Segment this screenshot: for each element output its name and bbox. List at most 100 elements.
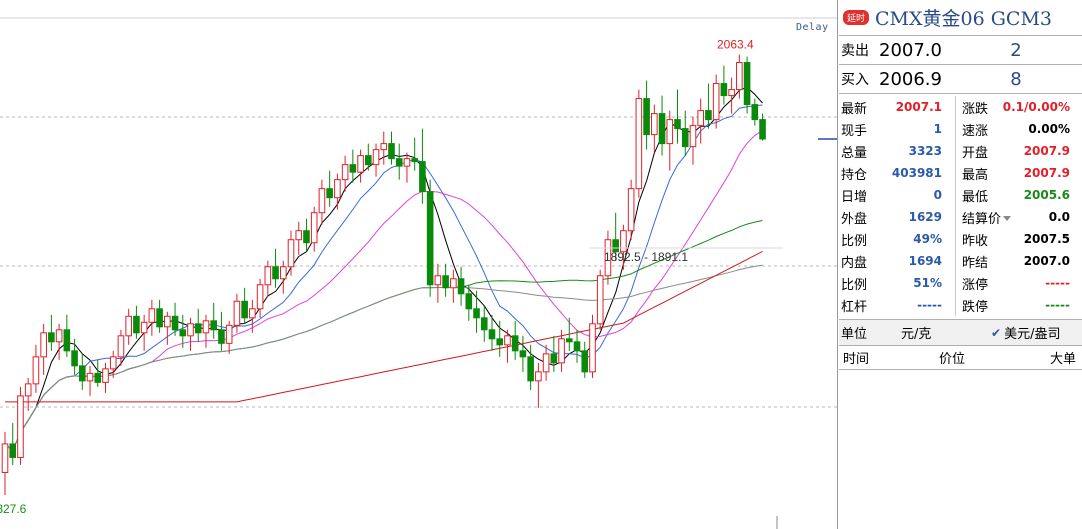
unit-option-yuan-per-gram[interactable]: 元/克 — [901, 323, 991, 342]
delay-badge: 延时 — [843, 10, 870, 25]
candle-body-down — [179, 329, 187, 337]
stats-value: 49% — [913, 232, 942, 246]
stats-right-cell: 跌停 ----- — [956, 296, 1082, 315]
candle-body-down — [349, 164, 357, 173]
candle-body-up — [233, 300, 241, 326]
candle-body-down — [658, 113, 666, 145]
stats-column-divider — [955, 96, 956, 316]
stats-value: 0.1/0.00% — [1002, 100, 1070, 114]
candle-body-up — [86, 372, 94, 382]
stats-right-cell: 速涨 0.00% — [956, 120, 1082, 139]
buy-row: 买入 2006.9 8 — [839, 65, 1082, 93]
candle-body-down — [442, 275, 449, 289]
candle-body-down — [395, 158, 403, 167]
stats-value: 1694 — [908, 254, 942, 268]
stats-right-cell: 开盘 2007.9 — [956, 142, 1082, 161]
candle-body-down — [388, 143, 395, 160]
candle-body-up — [736, 62, 743, 91]
candle-body-down — [194, 323, 202, 334]
candle-body-up — [109, 356, 117, 370]
kline-chart[interactable]: 2063.4 1827.6 1892.5 - 1891.1 Delay — [0, 0, 838, 529]
candle-body-up — [535, 371, 542, 382]
stats-value: 2005.6 — [1023, 188, 1070, 202]
ma250-line — [5, 250, 763, 403]
candle-body-down — [419, 161, 426, 193]
candle-body-down — [511, 335, 519, 352]
candle-body-down — [743, 62, 751, 106]
stats-label: 现手 — [841, 123, 868, 139]
stats-right-cell: 结算价 0.0 — [956, 208, 1082, 227]
high-annotation: 2063.4 — [717, 37, 754, 51]
candle-body-up — [310, 212, 318, 244]
buy-price: 2006.9 — [879, 68, 942, 90]
candle-body-up — [542, 353, 550, 373]
candle-body-down — [705, 110, 712, 121]
candle-body-down — [79, 365, 86, 382]
stats-label: 内盘 — [841, 255, 868, 271]
sell-volume: 2 — [1010, 39, 1022, 61]
candle-body-up — [697, 110, 705, 127]
candle-body-down — [272, 266, 279, 280]
candle-body-down — [473, 308, 480, 319]
candle-body-down — [643, 98, 650, 136]
stats-value: 2007.0 — [1023, 254, 1070, 268]
stats-row: 最新 2007.1 涨跌 0.1/0.00% — [839, 96, 1082, 118]
candle-body-up — [380, 143, 388, 151]
candle-body-down — [63, 329, 71, 352]
symbol-title-bar: 延时 CMX黄金06 GCM3 — [839, 0, 1082, 36]
candle-body-down — [411, 158, 418, 163]
candle-body-down — [496, 338, 504, 346]
candle-body-up — [334, 179, 341, 199]
candle-body-up — [148, 308, 156, 323]
stats-value: 0.00% — [1028, 122, 1070, 136]
candle-body-down — [210, 320, 218, 331]
candle-body-down — [426, 191, 434, 286]
candle-body-up — [635, 98, 643, 190]
delay-tag: Delay — [796, 22, 829, 33]
stats-label: 速涨 — [962, 123, 989, 139]
stats-value: 403981 — [891, 166, 942, 180]
ma20-line — [4, 129, 763, 452]
unit-label: 单位 — [841, 327, 868, 342]
candle-body-up — [627, 188, 635, 232]
stats-right-cell: 昨收 2007.5 — [956, 230, 1082, 249]
dropdown-arrow-icon[interactable] — [1003, 215, 1012, 221]
candle-body-up — [403, 158, 411, 167]
stats-value: 2007.9 — [1023, 166, 1070, 180]
candle-body-up — [164, 315, 171, 328]
candle-body-up — [1, 443, 9, 473]
stats-value: ----- — [917, 298, 942, 312]
stats-value: 3323 — [908, 144, 942, 158]
candle-body-down — [9, 443, 17, 458]
stats-left-cell: 比例 49% — [839, 230, 956, 249]
stats-label: 日增 — [841, 189, 868, 205]
candle-body-down — [550, 353, 558, 364]
candle-body-up — [17, 395, 24, 458]
stats-label: 结算价 — [962, 211, 1002, 227]
candle-body-down — [303, 230, 310, 244]
candle-body-down — [326, 188, 333, 199]
stats-value: ----- — [1045, 276, 1070, 290]
ticks-col-bigorder: 大单 — [1049, 352, 1076, 367]
sell-price: 2007.0 — [879, 39, 942, 61]
stats-right-cell: 涨跌 0.1/0.00% — [956, 98, 1082, 117]
stats-value: 51% — [913, 276, 942, 290]
stats-value: 1 — [933, 122, 942, 136]
candle-body-up — [279, 266, 287, 280]
candle-body-up — [117, 335, 125, 358]
stats-label: 涨停 — [962, 277, 989, 293]
ticks-col-price: 价位 — [939, 352, 966, 367]
stats-row: 杠杆 ----- 跌停 ----- — [839, 294, 1082, 316]
stats-value: 2007.5 — [1023, 232, 1070, 246]
stats-left-cell: 最新 2007.1 — [839, 98, 956, 117]
unit-option-usd-per-ounce[interactable]: ✔ 美元/盎司 — [991, 323, 1060, 343]
check-icon: ✔ — [991, 325, 1002, 340]
stats-row: 比例 49% 昨收 2007.5 — [839, 228, 1082, 250]
unit-selector: 单位 元/克 ✔ 美元/盎司 — [839, 320, 1082, 346]
candle-body-up — [357, 155, 364, 173]
candle-body-up — [558, 338, 565, 364]
candle-body-up — [689, 125, 697, 148]
ma120-line — [4, 264, 763, 452]
stats-label: 最新 — [841, 101, 868, 117]
stats-value: 0.0 — [1048, 210, 1070, 224]
